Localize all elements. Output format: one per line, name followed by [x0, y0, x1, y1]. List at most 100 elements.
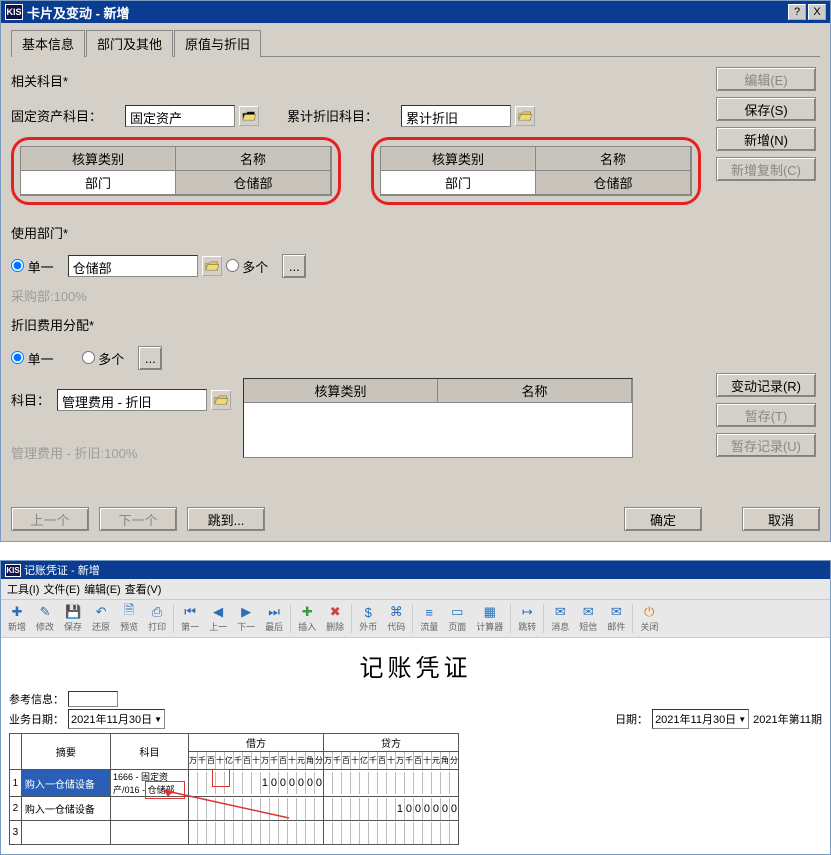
- 删除-icon: ✖: [327, 604, 343, 620]
- tab-basic-info[interactable]: 基本信息: [11, 30, 85, 57]
- voucher-heading: 记账凭证: [9, 648, 822, 683]
- toolbar-删除[interactable]: ✖删除: [321, 602, 349, 635]
- save-button[interactable]: 保存(S): [716, 97, 816, 121]
- subject-cell[interactable]: [110, 797, 188, 821]
- 邮件-icon: ✉: [608, 604, 624, 620]
- toolbar-上一[interactable]: ◀上一: [204, 602, 232, 635]
- fixed-asset-subject-input[interactable]: 固定资产: [125, 105, 235, 127]
- radio-multi-2[interactable]: 多个: [82, 349, 125, 368]
- ref-input[interactable]: [68, 691, 118, 707]
- toolbar-打印[interactable]: ⎙打印: [143, 602, 171, 635]
- digit-header: 亿: [360, 752, 369, 769]
- changelog-button[interactable]: 变动记录(R): [716, 373, 816, 397]
- toolbar-短信[interactable]: ✉短信: [574, 602, 602, 635]
- prev-button[interactable]: 上一个: [11, 507, 89, 531]
- tab-dept-others[interactable]: 部门及其他: [86, 30, 173, 57]
- cell[interactable]: 仓储部: [536, 171, 691, 195]
- toolbar-label: 插入: [298, 620, 316, 633]
- toolbar-保存[interactable]: 💾保存: [59, 602, 87, 635]
- folder-icon[interactable]: [515, 106, 535, 126]
- menu-tools[interactable]: 工具(I): [7, 581, 39, 597]
- toolbar-计算器[interactable]: ▦计算器: [471, 602, 508, 635]
- digit-header: 亿: [225, 752, 234, 769]
- col-credit: 贷方: [323, 734, 458, 752]
- menu-edit[interactable]: 编辑(E): [84, 581, 121, 597]
- cell[interactable]: 仓储部: [176, 171, 331, 195]
- credit-cell[interactable]: [323, 821, 458, 845]
- toolbar-label: 流量: [420, 620, 438, 633]
- summary-cell[interactable]: [21, 821, 110, 845]
- subject-cell[interactable]: [110, 821, 188, 845]
- folder-icon[interactable]: [239, 106, 259, 126]
- folder-icon[interactable]: [202, 256, 222, 276]
- toolbar-第一[interactable]: ⏮第一: [176, 602, 204, 635]
- toolbar-下一[interactable]: ▶下一: [232, 602, 260, 635]
- summary-cell[interactable]: 购入一仓储设备: [21, 797, 110, 821]
- ellipsis-button[interactable]: ...: [282, 254, 306, 278]
- toolbar-邮件[interactable]: ✉邮件: [602, 602, 630, 635]
- toolbar-新增[interactable]: ✚新增: [3, 602, 31, 635]
- dropdown-icon[interactable]: ▼: [154, 715, 162, 724]
- newcopy-button[interactable]: 新增复制(C): [716, 157, 816, 181]
- subject-input[interactable]: 管理费用 - 折旧: [57, 389, 207, 411]
- toolbar-插入[interactable]: ✚插入: [293, 602, 321, 635]
- summary-cell[interactable]: 购入一仓储设备: [21, 770, 110, 797]
- dropdown-icon[interactable]: ▼: [738, 715, 746, 724]
- toolbar-预览[interactable]: 🗎预览: [115, 602, 143, 635]
- toolbar-消息[interactable]: ✉消息: [546, 602, 574, 635]
- mgmt-note: 管理费用 - 折旧:100%: [11, 443, 231, 462]
- toolbar-修改[interactable]: ✎修改: [31, 602, 59, 635]
- cell[interactable]: 部门: [381, 171, 536, 195]
- tempstore-button[interactable]: 暂存(T): [716, 403, 816, 427]
- ok-button[interactable]: 确定: [624, 507, 702, 531]
- related-subject-label: 相关科目*: [11, 71, 68, 90]
- toolbar-最后[interactable]: ⏭最后: [260, 602, 288, 635]
- use-dept-input[interactable]: 仓储部: [68, 255, 198, 277]
- table-row[interactable]: 1购入一仓储设备1666 - 固定资产/016 - 仓储部1000000: [10, 770, 459, 797]
- debit-cell[interactable]: [188, 797, 323, 821]
- radio-single[interactable]: 单一: [11, 257, 54, 276]
- folder-icon[interactable]: [211, 390, 231, 410]
- digit-header: 十: [216, 752, 225, 769]
- toolbar-流量[interactable]: ≡流量: [415, 602, 443, 635]
- toolbar-跳转[interactable]: ↦跳转: [513, 602, 541, 635]
- toolbar-关闭[interactable]: ⏻关闭: [635, 602, 663, 635]
- next-button[interactable]: 下一个: [99, 507, 177, 531]
- templog-button[interactable]: 暂存记录(U): [716, 433, 816, 457]
- ellipsis-button[interactable]: ...: [138, 346, 162, 370]
- digit-header: 元: [297, 752, 306, 769]
- jumpto-button[interactable]: 跳到...: [187, 507, 265, 531]
- row-number: 2: [10, 797, 22, 821]
- tab-original-dep[interactable]: 原值与折旧: [174, 30, 261, 57]
- toolbar-外币[interactable]: $外币: [354, 602, 382, 635]
- edit-button[interactable]: 编辑(E): [716, 67, 816, 91]
- accum-dep-subject-input[interactable]: 累计折旧: [401, 105, 511, 127]
- 代码-icon: ⌘: [388, 604, 404, 620]
- credit-cell[interactable]: 1000000: [323, 797, 458, 821]
- date-input[interactable]: 2021年11月30日▼: [652, 709, 749, 729]
- debit-cell[interactable]: [188, 821, 323, 845]
- debit-cell[interactable]: 1000000: [188, 770, 323, 797]
- cancel-button[interactable]: 取消: [742, 507, 820, 531]
- digit-header: 万: [324, 752, 333, 769]
- new-button[interactable]: 新增(N): [716, 127, 816, 151]
- digit-header: 十: [288, 752, 297, 769]
- toolbar-label: 下一: [237, 620, 255, 633]
- table-row[interactable]: 3: [10, 821, 459, 845]
- credit-cell[interactable]: [323, 770, 458, 797]
- toolbar-页面[interactable]: ▭页面: [443, 602, 471, 635]
- toolbar-还原[interactable]: ↶还原: [87, 602, 115, 635]
- toolbar-代码[interactable]: ⌘代码: [382, 602, 410, 635]
- digit-header: 万: [396, 752, 405, 769]
- biz-date-input[interactable]: 2021年11月30日▼: [68, 709, 165, 729]
- window-title: 卡片及变动 - 新增: [27, 3, 786, 22]
- help-button[interactable]: ?: [788, 4, 806, 20]
- menu-file[interactable]: 文件(E): [43, 581, 80, 597]
- menu-view[interactable]: 查看(V): [125, 581, 162, 597]
- radio-single-2[interactable]: 单一: [11, 349, 54, 368]
- radio-multi[interactable]: 多个: [226, 257, 269, 276]
- app-icon: KIS: [5, 4, 23, 20]
- cell[interactable]: 部门: [21, 171, 176, 195]
- table-row[interactable]: 2购入一仓储设备 1000000: [10, 797, 459, 821]
- close-button[interactable]: X: [808, 4, 826, 20]
